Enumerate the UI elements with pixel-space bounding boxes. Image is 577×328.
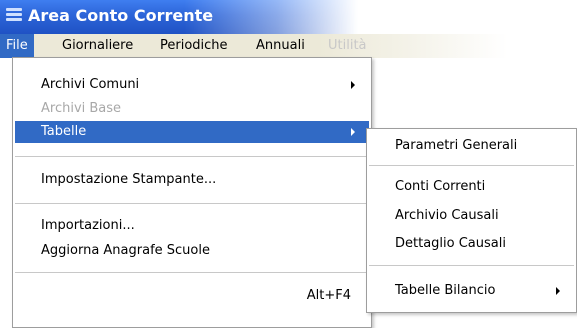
menu-item-label: Tabelle [41,124,87,139]
menu-item-importazioni[interactable]: Importazioni... [15,215,369,237]
app-menu-icon[interactable] [6,8,22,21]
menu-item-label: Archivi Base [41,101,122,116]
menu-separator [369,165,574,166]
window-title: Area Conto Corrente [28,6,214,25]
submenu-arrow-icon [556,287,560,295]
menu-item-aggiorna-anagrafe[interactable]: Aggiorna Anagrafe Scuole [15,240,369,262]
menu-separator [15,272,369,273]
tabelle-submenu: Parametri Generali Conti Correnti Archiv… [366,128,577,313]
submenu-arrow-icon [351,128,355,136]
menu-item-tabelle-bilancio[interactable]: Tabelle Bilancio [369,280,574,302]
menu-item-label: Conti Correnti [395,179,486,194]
menu-separator [15,203,369,204]
menu-giornaliere[interactable]: Giornaliere [56,34,139,58]
menu-item-archivi-comuni[interactable]: Archivi Comuni [15,74,369,96]
menu-item-archivio-causali[interactable]: Archivio Causali [369,205,574,227]
menu-item-label: Archivio Causali [395,208,499,223]
menu-item-label: Parametri Generali [395,138,518,153]
menu-item-label: Tabelle Bilancio [395,283,496,298]
menu-item-label: Importazioni... [41,218,135,233]
menu-separator [15,156,369,157]
title-bar: Area Conto Corrente [0,0,577,34]
menu-periodiche[interactable]: Periodiche [154,34,234,58]
menu-item-parametri-generali[interactable]: Parametri Generali [369,135,574,157]
menu-bar: File Giornaliere Periodiche Annuali Util… [0,34,577,58]
menu-utilita[interactable]: Utilità [322,34,373,58]
file-menu: Archivi Comuni Archivi Base Tabelle Impo… [12,57,372,328]
menu-item-dettaglio-causali[interactable]: Dettaglio Causali [369,233,574,255]
menu-item-label: Archivi Comuni [41,77,140,92]
menu-item-impostazione-stampante[interactable]: Impostazione Stampante... [15,169,369,191]
menu-item-label: Impostazione Stampante... [41,172,217,187]
menu-item-label: Aggiorna Anagrafe Scuole [41,243,210,258]
menu-file[interactable]: File [0,34,34,58]
menu-item-archivi-base: Archivi Base [15,98,369,120]
shortcut-label: Alt+F4 [306,288,351,303]
menu-item-label: Dettaglio Causali [395,236,506,251]
menu-item-tabelle[interactable]: Tabelle [15,121,369,143]
menu-annuali[interactable]: Annuali [250,34,311,58]
menu-item-conti-correnti[interactable]: Conti Correnti [369,176,574,198]
menu-item-exit[interactable]: Alt+F4 [15,285,369,307]
submenu-arrow-icon [351,81,355,89]
menu-separator [369,265,574,266]
